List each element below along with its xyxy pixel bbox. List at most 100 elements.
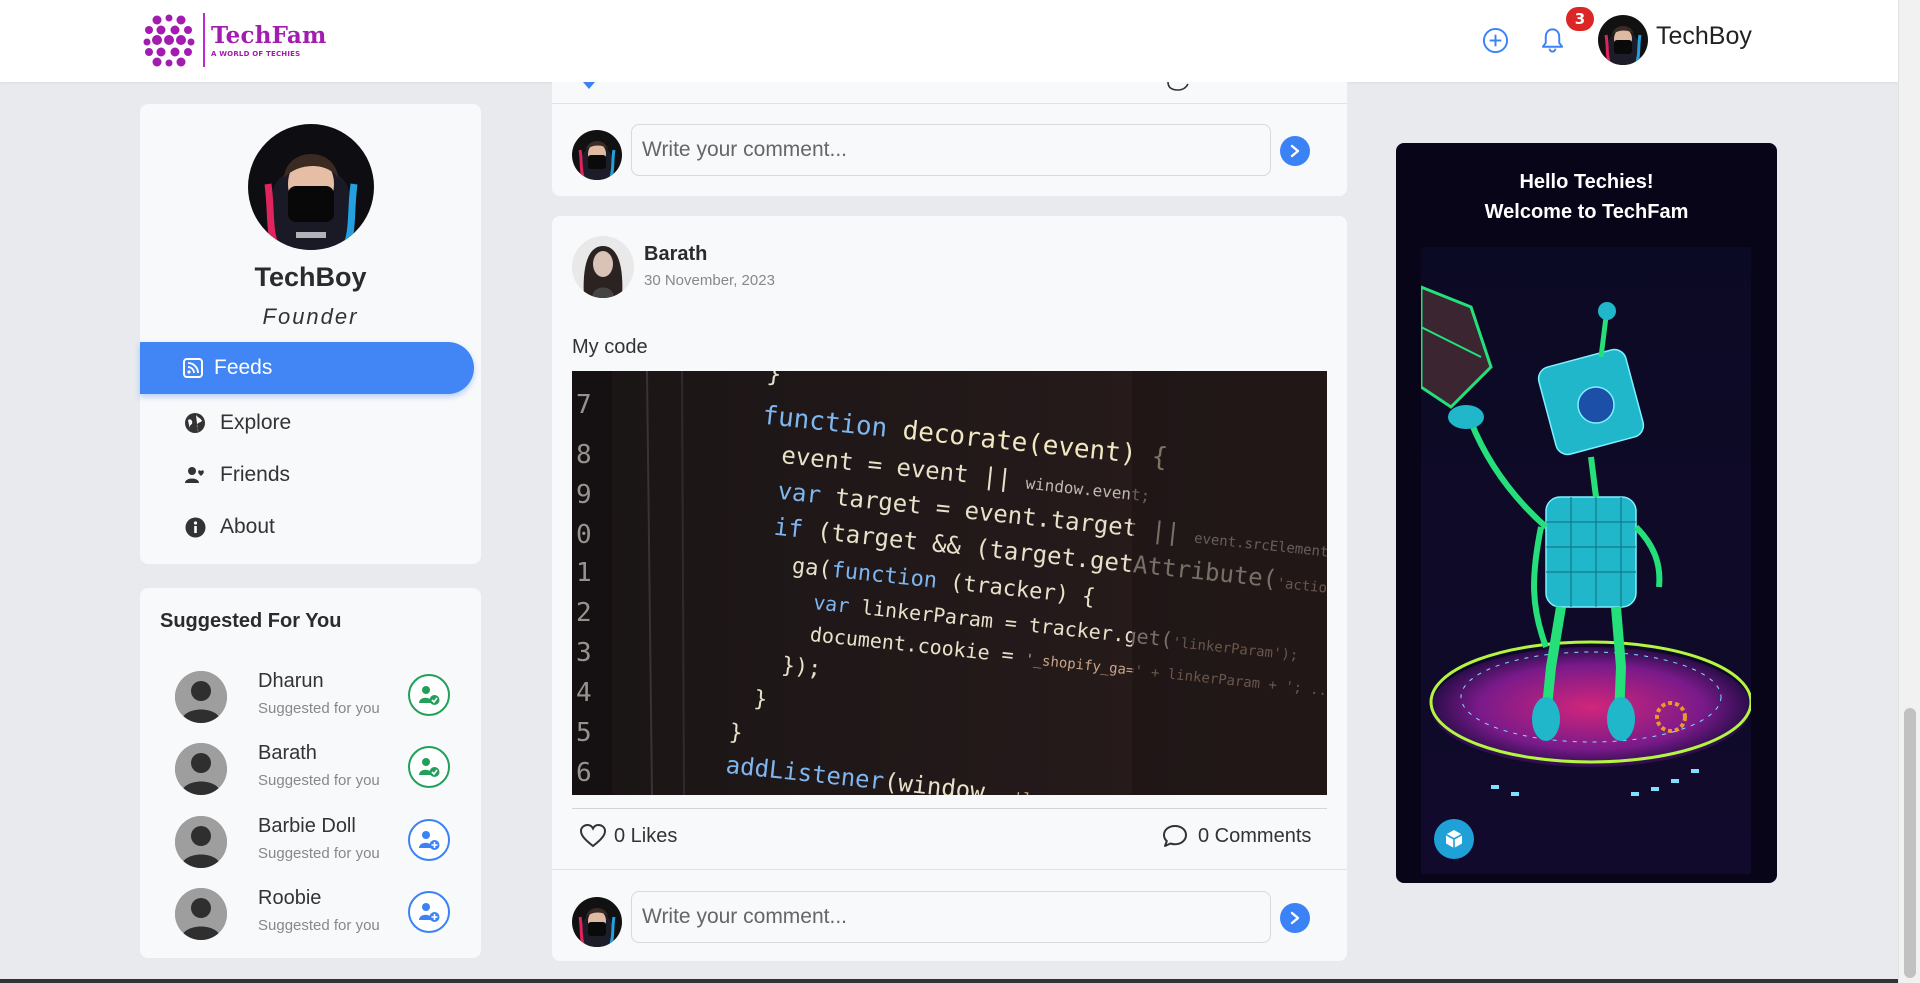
- suggestion-name[interactable]: Dharun: [258, 670, 324, 693]
- comments-count: 0 Comments: [1198, 824, 1312, 847]
- sidebar-nav: Feeds Explore Friends About: [140, 342, 481, 553]
- promo-line-2: Welcome to TechFam: [1484, 201, 1689, 223]
- like-button[interactable]: 0 Likes: [580, 824, 677, 848]
- add-friend-button[interactable]: [408, 891, 450, 933]
- comment-icon: [1163, 825, 1187, 847]
- svg-text:7: 7: [576, 390, 592, 420]
- nav-label: About: [220, 515, 275, 538]
- avatar[interactable]: [175, 671, 227, 723]
- post-image[interactable]: 7890 1234 56 } function decorate(event) …: [572, 371, 1327, 795]
- svg-text:0: 0: [576, 520, 592, 550]
- post-author-avatar[interactable]: [572, 236, 634, 298]
- add-friend-icon: [419, 831, 440, 850]
- svg-text:6: 6: [576, 758, 592, 788]
- svg-text:9: 9: [576, 480, 592, 510]
- svg-text:4: 4: [576, 678, 592, 708]
- avatar[interactable]: [175, 743, 227, 795]
- user-avatar-icon: [1598, 15, 1648, 65]
- friend-check-icon: [419, 686, 440, 705]
- send-comment-button[interactable]: [1280, 136, 1310, 166]
- nav-item-about[interactable]: About: [140, 501, 481, 553]
- profile-photo-icon: [248, 124, 374, 250]
- suggestion-subtitle: Suggested for you: [258, 845, 380, 862]
- bottom-border: [0, 979, 1898, 983]
- default-user-icon: [175, 743, 227, 795]
- friend-check-icon: [419, 758, 440, 777]
- list-item: Roobie Suggested for you: [140, 883, 481, 943]
- nav-label: Friends: [220, 463, 291, 486]
- header-avatar[interactable]: [1598, 15, 1648, 65]
- logo-mark-icon: [143, 14, 195, 67]
- user-avatar-icon: [572, 897, 622, 947]
- comment-composer: Write your comment...: [552, 122, 1347, 182]
- logo[interactable]: TechFam A WORLD OF TECHIES: [141, 12, 327, 68]
- avatar[interactable]: [175, 816, 227, 868]
- header-username[interactable]: TechBoy: [1656, 22, 1752, 51]
- comments-button[interactable]: 0 Comments: [1162, 824, 1311, 848]
- divider: [572, 808, 1327, 809]
- svg-text:3: 3: [576, 638, 592, 668]
- avatar: [572, 130, 622, 180]
- post-card: Barath 30 November, 2023 My code 7 8 9 0 1 2…: [552, 216, 1347, 961]
- heart-icon[interactable]: [582, 82, 596, 90]
- avatar[interactable]: [175, 888, 227, 940]
- globe-icon: [184, 412, 206, 434]
- default-user-icon: [175, 888, 227, 940]
- friends-icon: [184, 464, 206, 486]
- logo-subtitle: A WORLD OF TECHIES: [211, 50, 301, 58]
- suggestions-card: Suggested For You Dharun Suggested for y…: [140, 588, 481, 958]
- add-friend-icon: [419, 903, 440, 922]
- chevron-right-icon: [1290, 911, 1300, 925]
- robot-illustration: [1421, 247, 1751, 874]
- nav-item-explore[interactable]: Explore: [140, 397, 481, 449]
- logo-divider: [203, 13, 205, 67]
- profile-name: TechBoy: [254, 262, 367, 292]
- friend-status-button[interactable]: [408, 674, 450, 716]
- suggestion-name[interactable]: Barath: [258, 742, 317, 765]
- list-item: Barath Suggested for you: [140, 738, 481, 798]
- post-author[interactable]: Barath: [644, 243, 707, 266]
- rss-icon: [182, 357, 204, 379]
- nav-item-feeds[interactable]: Feeds: [140, 342, 474, 394]
- post-date: 30 November, 2023: [644, 272, 775, 289]
- user-avatar-icon: [572, 130, 622, 180]
- notification-badge: 3: [1566, 7, 1594, 31]
- divider: [552, 869, 1347, 870]
- suggestion-name[interactable]: Roobie: [258, 887, 321, 910]
- top-header: TechFam A WORLD OF TECHIES 3 TechBoy: [0, 0, 1898, 82]
- author-photo-icon: [572, 236, 634, 298]
- comment-input[interactable]: Write your comment...: [631, 891, 1271, 943]
- post-text: My code: [572, 336, 648, 358]
- info-icon: [184, 516, 206, 538]
- chevron-right-icon: [1290, 144, 1300, 158]
- profile-avatar[interactable]: [248, 124, 374, 250]
- comment-icon[interactable]: [1166, 82, 1190, 92]
- list-item: Barbie Doll Suggested for you: [140, 811, 481, 871]
- page-scrollbar[interactable]: [1898, 0, 1920, 983]
- suggestion-subtitle: Suggested for you: [258, 700, 380, 717]
- nav-label: Feeds: [214, 356, 273, 379]
- svg-text:8: 8: [576, 440, 592, 470]
- logo-title: TechFam: [211, 22, 327, 49]
- nav-item-friends[interactable]: Friends: [140, 449, 481, 501]
- promo-card: Hello Techies! Welcome to TechFam: [1396, 143, 1777, 883]
- add-friend-button[interactable]: [408, 819, 450, 861]
- send-comment-button[interactable]: [1280, 903, 1310, 933]
- promo-title: Hello Techies! Welcome to TechFam: [1396, 167, 1777, 227]
- svg-text:}: }: [753, 686, 769, 712]
- cube-icon[interactable]: [1434, 819, 1474, 859]
- previous-post-card: Write your comment...: [552, 82, 1347, 196]
- suggestion-name[interactable]: Barbie Doll: [258, 815, 356, 838]
- scrollbar-thumb[interactable]: [1904, 708, 1916, 978]
- comment-input[interactable]: Write your comment...: [631, 124, 1271, 176]
- svg-text:2: 2: [576, 598, 592, 628]
- svg-text:1: 1: [576, 558, 592, 588]
- comment-composer: Write your comment...: [552, 889, 1347, 949]
- default-user-icon: [175, 816, 227, 868]
- friend-status-button[interactable]: [408, 746, 450, 788]
- likes-count: 0 Likes: [614, 824, 678, 847]
- profile-role: Founder: [262, 304, 359, 329]
- bell-icon[interactable]: [1539, 26, 1566, 54]
- add-post-icon[interactable]: [1482, 27, 1509, 54]
- nav-label: Explore: [220, 411, 292, 434]
